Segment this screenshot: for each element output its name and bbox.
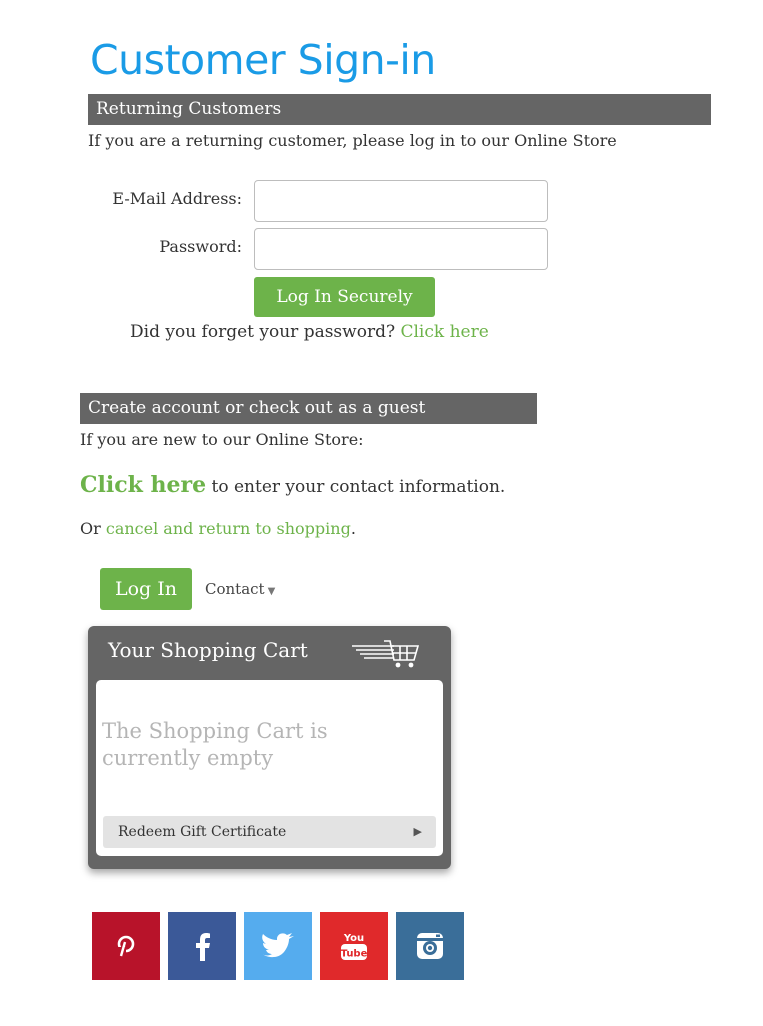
returning-intro-text: If you are a returning customer, please … bbox=[88, 131, 617, 150]
play-arrow-icon: ▶ bbox=[413, 825, 422, 838]
email-field[interactable] bbox=[254, 180, 548, 222]
enter-contact-text: to enter your contact information. bbox=[211, 477, 506, 497]
log-in-securely-button[interactable]: Log In Securely bbox=[254, 277, 435, 317]
cart-empty-message: The Shopping Cart is currently empty bbox=[102, 719, 328, 770]
or-text: Or bbox=[80, 519, 101, 538]
forgot-password-text: Did you forget your password? bbox=[130, 322, 396, 342]
page-title: Customer Sign-in bbox=[90, 36, 436, 84]
caret-down-icon: ▼ bbox=[267, 586, 276, 597]
cart-title: Your Shopping Cart bbox=[108, 638, 308, 662]
svg-text:Tube: Tube bbox=[341, 949, 368, 960]
redeem-label: Redeem Gift Certificate bbox=[118, 824, 287, 840]
email-label: E-Mail Address: bbox=[112, 189, 242, 208]
new-customer-intro-text: If you are new to our Online Store: bbox=[80, 430, 364, 449]
password-field[interactable] bbox=[254, 228, 548, 270]
cancel-return-shopping-link[interactable]: cancel and return to shopping bbox=[106, 519, 351, 538]
youtube-icon[interactable]: You Tube bbox=[320, 912, 388, 980]
forgot-password-line: Did you forget your password? Click here bbox=[130, 322, 489, 342]
contact-label: Contact bbox=[205, 580, 265, 598]
twitter-icon[interactable] bbox=[244, 912, 312, 980]
facebook-icon[interactable] bbox=[168, 912, 236, 980]
instagram-icon[interactable] bbox=[396, 912, 464, 980]
log-in-button[interactable]: Log In bbox=[100, 568, 192, 610]
svg-text:You: You bbox=[343, 933, 364, 944]
enter-contact-link[interactable]: Click here bbox=[80, 472, 206, 498]
pinterest-icon[interactable] bbox=[92, 912, 160, 980]
contact-dropdown[interactable]: Contact ▼ bbox=[205, 580, 275, 598]
returning-customers-header: Returning Customers bbox=[88, 94, 711, 125]
forgot-password-link[interactable]: Click here bbox=[400, 322, 488, 342]
cart-body: The Shopping Cart is currently empty Red… bbox=[96, 680, 443, 856]
shopping-cart-icon bbox=[350, 636, 422, 674]
enter-contact-line: Click here to enter your contact informa… bbox=[80, 472, 505, 498]
redeem-gift-certificate-button[interactable]: Redeem Gift Certificate ▶ bbox=[103, 816, 436, 848]
create-account-header: Create account or check out as a guest bbox=[80, 393, 537, 424]
password-label: Password: bbox=[159, 237, 242, 256]
shopping-cart-widget: Your Shopping Cart The Shopping Cart is … bbox=[88, 626, 451, 869]
cancel-line: Or cancel and return to shopping. bbox=[80, 519, 356, 538]
cancel-period: . bbox=[350, 519, 356, 538]
